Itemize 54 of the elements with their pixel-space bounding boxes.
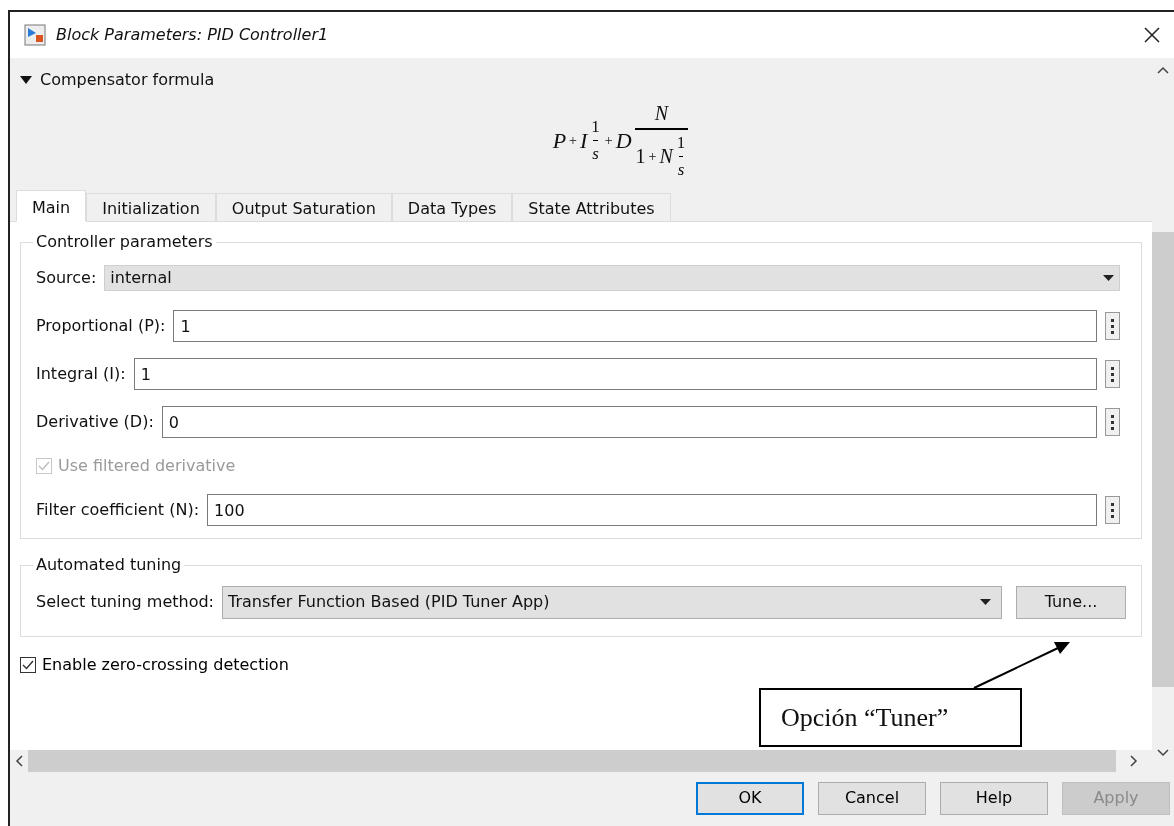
parameter-field[interactable]: 1	[173, 310, 1097, 342]
parameter-label: Integral (I):	[36, 363, 126, 385]
parameter-label: Derivative (D):	[36, 411, 154, 433]
math-symbol: s	[676, 158, 686, 181]
parameter-field[interactable]: 100	[207, 494, 1097, 526]
tuning-method-label: Select tuning method:	[36, 591, 214, 613]
math-symbol: P	[551, 126, 568, 155]
more-options-button[interactable]	[1105, 496, 1120, 524]
close-icon[interactable]	[1144, 27, 1160, 43]
parameter-field[interactable]: 0	[161, 406, 1097, 438]
dialog-button[interactable]: Help	[940, 781, 1048, 815]
tab[interactable]: State Attributes	[512, 193, 671, 222]
more-options-button[interactable]	[1105, 360, 1120, 388]
tab[interactable]: Data Types	[391, 193, 513, 222]
math-operator: +	[603, 131, 614, 150]
checkmark-icon	[22, 660, 34, 670]
tab[interactable]: Output Saturation	[215, 193, 392, 222]
math-number: 1	[634, 144, 647, 169]
dialog-button[interactable]: OK	[696, 781, 804, 815]
parameter-label: Filter coefficient (N):	[36, 499, 200, 521]
checkmark-icon	[38, 461, 50, 471]
source-dropdown[interactable]: internal	[104, 265, 1120, 291]
tab[interactable]: Main	[16, 190, 87, 222]
dropdown-arrow-icon	[980, 599, 991, 605]
math-symbol: s	[591, 142, 600, 165]
math-symbol: D	[614, 126, 633, 155]
checkbox-label: Enable zero-crossing detection	[42, 654, 289, 676]
group-title: Automated tuning	[35, 554, 183, 576]
dropdown-arrow-icon	[1103, 275, 1114, 281]
math-operator: +	[647, 147, 658, 166]
tuning-method-dropdown[interactable]: Transfer Function Based (PID Tuner App)	[222, 585, 1002, 619]
source-label: Source:	[36, 267, 97, 289]
math-number: 1	[590, 116, 601, 138]
horizontal-scrollbar-thumb[interactable]	[28, 750, 1116, 772]
parameter-label: Proportional (P):	[36, 315, 166, 337]
dialog-button[interactable]: Cancel	[818, 781, 926, 815]
block-icon	[24, 24, 46, 46]
tab[interactable]: Initialization	[86, 193, 216, 222]
group-title: Controller parameters	[35, 231, 214, 253]
more-options-button[interactable]	[1105, 408, 1120, 436]
math-symbol: N	[653, 101, 670, 126]
more-options-button[interactable]	[1105, 312, 1120, 340]
checkbox-label: Use filtered derivative	[58, 455, 236, 477]
math-symbol: N	[658, 144, 674, 169]
tune-button[interactable]: Tune...	[1016, 585, 1126, 619]
annotation-callout: Opción “Tuner”	[759, 688, 1022, 747]
math-number: 1	[675, 132, 687, 154]
window-title: Block Parameters: PID Controller1	[56, 24, 330, 46]
math-operator: +	[568, 131, 578, 150]
compensator-header[interactable]: Compensator formula	[10, 58, 225, 92]
math-symbol: I	[579, 126, 589, 155]
vertical-scrollbar-thumb[interactable]	[1152, 232, 1174, 687]
checkbox[interactable]	[20, 657, 36, 673]
parameter-field[interactable]: 1	[133, 358, 1097, 390]
